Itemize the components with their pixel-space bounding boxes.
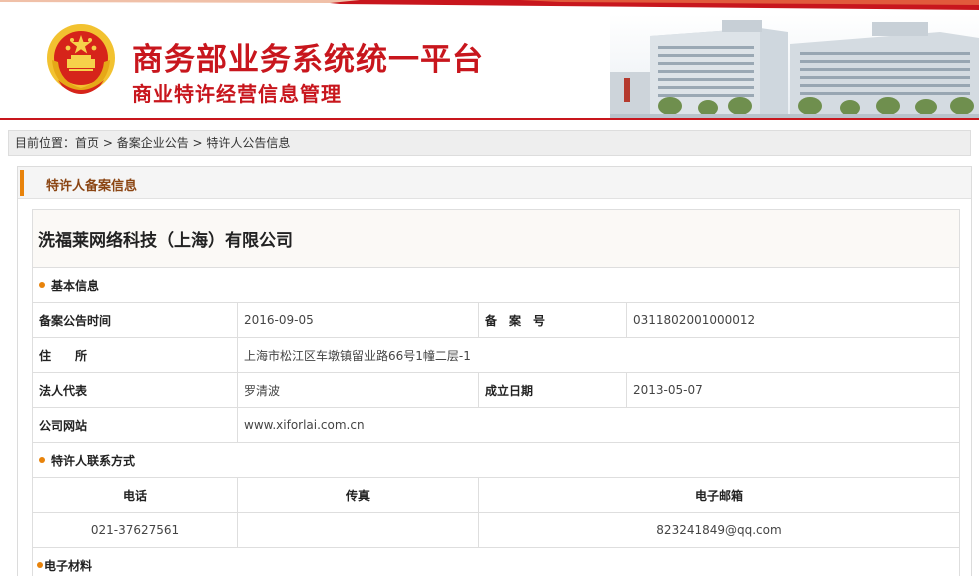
header-stripes xyxy=(0,0,979,12)
panel-header: 特许人备案信息 xyxy=(18,167,971,199)
company-name: 洗福莱网络科技（上海）有限公司 xyxy=(32,209,960,268)
bullet-icon xyxy=(39,457,45,463)
breadcrumb-separator: > xyxy=(99,136,117,150)
fax-column-header: 传真 xyxy=(237,477,479,513)
table-row: 住 所 上海市松江区车墩镇留业路66号1幢二层-1 xyxy=(32,337,960,373)
address-label: 住 所 xyxy=(32,337,238,373)
header-banner: 商务部业务系统统一平台 商业特许经营信息管理 xyxy=(0,0,979,120)
section-title: 特许人联系方式 xyxy=(51,453,136,468)
platform-subtitle: 商业特许经营信息管理 xyxy=(132,82,342,106)
bullet-icon xyxy=(39,282,45,288)
founded-date-value: 2013-05-07 xyxy=(626,372,960,408)
website-label: 公司网站 xyxy=(32,407,238,443)
email-column-header: 电子邮箱 xyxy=(478,477,960,513)
address-value: 上海市松江区车墩镇留业路66号1幢二层-1 xyxy=(237,337,960,373)
breadcrumb-announcements-link[interactable]: 备案企业公告 xyxy=(117,136,189,150)
section-title: 基本信息 xyxy=(51,278,100,293)
breadcrumb-prefix: 目前位置： xyxy=(15,136,76,150)
founded-date-label: 成立日期 xyxy=(478,372,627,408)
website-value: www.xiforlai.com.cn xyxy=(237,407,960,443)
franchisor-record-panel: 特许人备案信息 洗福莱网络科技（上海）有限公司 基本信息 备案公告时间 2016… xyxy=(17,166,972,576)
platform-title: 商务部业务系统统一平台 xyxy=(132,42,484,78)
announce-date-label: 备案公告时间 xyxy=(32,302,238,338)
breadcrumb: 目前位置：首页 > 备案企业公告 > 特许人公告信息 xyxy=(8,130,971,156)
email-value: 823241849@qq.com xyxy=(478,512,960,548)
table-row: 公司网站 www.xiforlai.com.cn xyxy=(32,407,960,443)
section-electronic-materials: 电子材料 xyxy=(32,547,960,576)
panel-accent-bar xyxy=(20,170,24,196)
panel-title: 特许人备案信息 xyxy=(46,179,138,194)
ministry-building-illustration xyxy=(610,14,979,118)
section-contact-info: 特许人联系方式 xyxy=(32,442,960,478)
legal-rep-value: 罗清波 xyxy=(237,372,479,408)
table-row: 法人代表 罗清波 成立日期 2013-05-07 xyxy=(32,372,960,408)
section-title: 电子材料 xyxy=(44,558,93,573)
phone-value: 021-37627561 xyxy=(32,512,238,548)
breadcrumb-separator: > xyxy=(188,136,207,150)
phone-column-header: 电话 xyxy=(32,477,238,513)
record-no-value: 0311802001000012 xyxy=(626,302,960,338)
table-row: 备案公告时间 2016-09-05 备 案 号 0311802001000012 xyxy=(32,302,960,338)
section-basic-info: 基本信息 xyxy=(32,267,960,303)
fax-value xyxy=(237,512,479,548)
announce-date-value: 2016-09-05 xyxy=(237,302,479,338)
table-row: 021-37627561 823241849@qq.com xyxy=(32,512,960,548)
breadcrumb-current: 特许人公告信息 xyxy=(206,136,291,150)
legal-rep-label: 法人代表 xyxy=(32,372,238,408)
breadcrumb-home-link[interactable]: 首页 xyxy=(75,136,99,150)
bullet-icon xyxy=(37,562,43,568)
record-no-label: 备 案 号 xyxy=(478,302,627,338)
contact-header-row: 电话 传真 电子邮箱 xyxy=(32,477,960,513)
header-divider xyxy=(0,118,979,120)
company-name-row: 洗福莱网络科技（上海）有限公司 xyxy=(32,209,960,268)
national-emblem-icon xyxy=(47,24,115,94)
franchisor-info-table: 洗福莱网络科技（上海）有限公司 基本信息 备案公告时间 2016-09-05 备… xyxy=(32,209,960,576)
